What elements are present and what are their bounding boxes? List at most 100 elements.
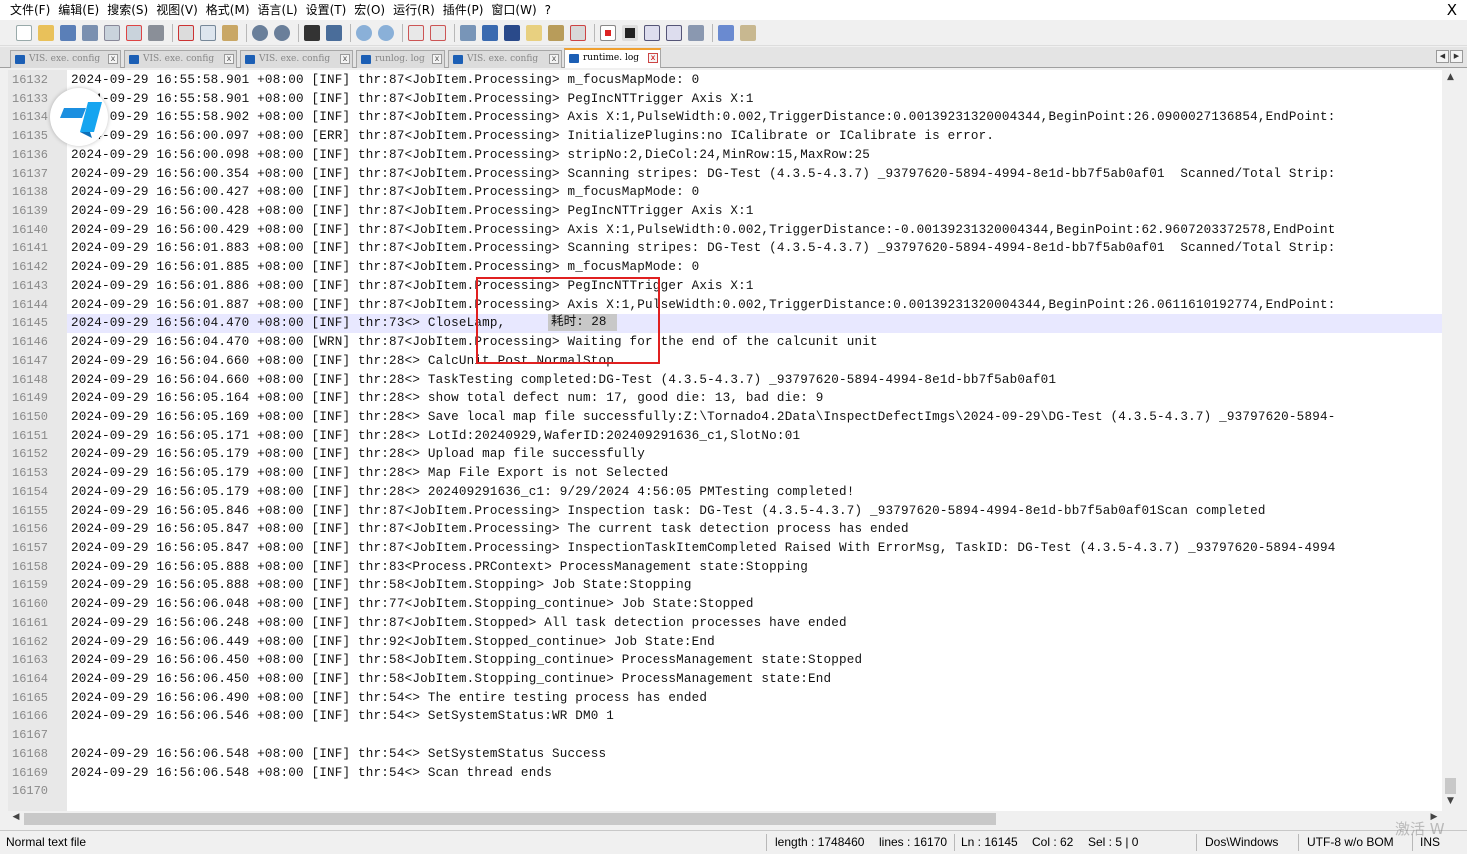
tab-vis-exe-config-2[interactable]: VIS. exe. config x (124, 50, 237, 68)
log-line-text[interactable]: 2024-09-29 16:56:00.097 +08:00 [ERR] thr… (71, 127, 994, 146)
log-line[interactable]: 16143 2024-09-29 16:56:01.886 +08:00 [INF… (8, 276, 1442, 296)
tab-scroll-right-icon[interactable]: ▶ (1450, 50, 1463, 63)
new-file-icon[interactable] (16, 24, 32, 41)
print-icon[interactable] (148, 24, 164, 41)
play-macro-icon[interactable] (644, 24, 660, 41)
log-line[interactable]: 16164 2024-09-29 16:56:06.450 +08:00 [INF… (8, 670, 1442, 689)
log-line-text[interactable]: 2024-09-29 16:56:01.887 +08:00 [INF] thr… (71, 296, 1335, 315)
floating-app-logo[interactable] (50, 88, 108, 146)
menu-file[interactable]: 文件(F) (8, 0, 56, 20)
tab-scroll-left-icon[interactable]: ◀ (1436, 50, 1449, 63)
menu-edit[interactable]: 编辑(E) (56, 0, 105, 20)
log-line[interactable]: 16146 2024-09-29 16:56:04.470 +08:00 [WRN… (8, 333, 1442, 352)
log-line[interactable]: 16163 2024-09-29 16:56:06.450 +08:00 [INF… (8, 651, 1442, 670)
open-file-icon[interactable] (38, 24, 54, 41)
udl-icon[interactable] (526, 24, 542, 41)
undo-icon[interactable] (252, 24, 268, 41)
log-line[interactable]: 16136 2024-09-29 16:56:00.098 +08:00 [INF… (8, 145, 1442, 165)
log-line-text[interactable]: 2024-09-29 16:56:05.179 +08:00 [INF] thr… (71, 445, 645, 464)
log-line-text[interactable]: 2024-09-29 16:56:05.164 +08:00 [INF] thr… (71, 389, 823, 408)
log-line[interactable]: 16165 2024-09-29 16:56:06.490 +08:00 [INF… (8, 688, 1442, 708)
log-line-text[interactable]: 2024-09-29 16:56:05.888 +08:00 [INF] thr… (71, 558, 808, 577)
zoom-out-icon[interactable] (378, 24, 394, 41)
log-line[interactable]: 16170 (8, 782, 1442, 802)
log-line-text[interactable]: 2024-09-29 16:56:01.883 +08:00 [INF] thr… (71, 239, 1335, 258)
log-line-text[interactable]: 2024-09-29 16:56:06.449 +08:00 [INF] thr… (71, 633, 715, 652)
plugin-icon[interactable] (740, 24, 756, 41)
copy-icon[interactable] (200, 24, 216, 41)
log-line[interactable]: 16169 2024-09-29 16:56:06.548 +08:00 [INF… (8, 763, 1442, 783)
menu-view[interactable]: 视图(V) (154, 0, 204, 20)
sync-h-icon[interactable] (430, 24, 446, 41)
log-line[interactable]: 16135 2024-09-29 16:56:00.097 +08:00 [ERR… (8, 127, 1442, 146)
cut-icon[interactable] (178, 24, 194, 41)
log-line[interactable]: 16133 2024-09-29 16:55:58.901 +08:00 [INF… (8, 89, 1442, 109)
replace-icon[interactable] (326, 24, 342, 41)
log-line[interactable]: 16139 2024-09-29 16:56:00.428 +08:00 [INF… (8, 202, 1442, 221)
tab-vis-exe-config-1[interactable]: VIS. exe. config x (10, 50, 121, 68)
log-line-text[interactable]: 2024-09-29 16:56:00.427 +08:00 [INF] thr… (71, 183, 699, 202)
menu-macro[interactable]: 宏(O) (352, 0, 391, 20)
log-line-text[interactable]: 2024-09-29 16:56:04.470 +08:00 [WRN] thr… (71, 333, 878, 352)
log-line[interactable]: 16142 2024-09-29 16:56:01.885 +08:00 [INF… (8, 258, 1442, 277)
log-line-text[interactable]: 2024-09-29 16:56:05.171 +08:00 [INF] thr… (71, 427, 800, 446)
log-line-text[interactable]: 2024-09-29 16:56:06.546 +08:00 [INF] thr… (71, 707, 614, 726)
log-line-text[interactable]: 2024-09-29 16:56:05.888 +08:00 [INF] thr… (71, 576, 692, 595)
tab-close-icon[interactable]: x (340, 54, 350, 64)
record-macro-icon[interactable] (600, 24, 616, 41)
menu-plugins[interactable]: 插件(P) (441, 0, 490, 20)
close-icon[interactable] (104, 24, 120, 41)
log-line[interactable]: 16152 2024-09-29 16:56:05.179 +08:00 [INF… (8, 445, 1442, 465)
log-line-text[interactable]: 2024-09-29 16:56:06.048 +08:00 [INF] thr… (71, 595, 754, 614)
function-list-icon[interactable] (570, 24, 586, 41)
log-line[interactable]: 16148 2024-09-29 16:56:04.660 +08:00 [INF… (8, 370, 1442, 390)
find-icon[interactable] (304, 24, 320, 41)
tab-close-icon[interactable]: x (549, 54, 559, 64)
tab-runlog-log[interactable]: runlog. log x (356, 50, 445, 68)
menu-window[interactable]: 窗口(W) (489, 0, 542, 20)
menu-search[interactable]: 搜索(S) (105, 0, 154, 20)
save-icon[interactable] (60, 24, 76, 41)
editor-area[interactable]: 16132 2024-09-29 16:55:58.901 +08:00 [INF… (8, 70, 1459, 811)
log-line-text[interactable]: 2024-09-29 16:56:04.660 +08:00 [INF] thr… (71, 371, 1056, 390)
log-line[interactable]: 16160 2024-09-29 16:56:06.048 +08:00 [INF… (8, 595, 1442, 614)
log-line-text[interactable]: 2024-09-29 16:56:04.660 +08:00 [INF] thr… (71, 352, 614, 371)
log-line[interactable]: 16167 (8, 726, 1442, 745)
scroll-left-icon[interactable]: ◀ (10, 812, 22, 825)
log-line-text[interactable]: 2024-09-29 16:56:05.847 +08:00 [INF] thr… (71, 520, 909, 539)
doc-map-icon[interactable] (548, 24, 564, 41)
save-macro-icon[interactable] (688, 24, 704, 41)
log-line-text[interactable]: 2024-09-29 16:56:06.548 +08:00 [INF] thr… (71, 745, 606, 764)
log-line[interactable]: 16147 2024-09-29 16:56:04.660 +08:00 [INF… (8, 351, 1442, 371)
indent-guide-icon[interactable] (504, 24, 520, 41)
menu-help[interactable]: ? (543, 0, 557, 20)
redo-icon[interactable] (274, 24, 290, 41)
menu-settings[interactable]: 设置(T) (304, 0, 353, 20)
tab-vis-exe-config-3[interactable]: VIS. exe. config x (240, 50, 353, 68)
log-line[interactable]: 16150 2024-09-29 16:56:05.169 +08:00 [INF… (8, 407, 1442, 427)
log-line[interactable]: 16134 2024-09-29 16:55:58.902 +08:00 [INF… (8, 108, 1442, 128)
log-line-text[interactable]: 2024-09-29 16:56:01.885 +08:00 [INF] thr… (71, 258, 699, 277)
log-line-text[interactable]: 2024-09-29 16:56:05.169 +08:00 [INF] thr… (71, 408, 1335, 427)
log-line-text[interactable]: 2024-09-29 16:56:01.886 +08:00 [INF] thr… (71, 277, 754, 296)
horizontal-scrollbar[interactable]: ◀ ▶ (8, 811, 1442, 827)
tab-runtime-log[interactable]: runtime. log x (564, 48, 661, 68)
zoom-in-icon[interactable] (356, 24, 372, 41)
tab-close-icon[interactable]: x (432, 54, 442, 64)
log-line-text[interactable]: 2024-09-29 16:56:05.179 +08:00 [INF] thr… (71, 464, 668, 483)
menu-language[interactable]: 语言(L) (256, 0, 304, 20)
spell-check-icon[interactable] (718, 24, 734, 41)
log-line-text[interactable]: 2024-09-29 16:56:06.548 +08:00 [INF] thr… (71, 764, 552, 783)
close-all-icon[interactable] (126, 24, 142, 41)
log-line-text[interactable]: 2024-09-29 16:56:00.429 +08:00 [INF] thr… (71, 221, 1335, 240)
log-line[interactable]: 16161 2024-09-29 16:56:06.248 +08:00 [INF… (8, 613, 1442, 633)
close-window-button[interactable]: X (1447, 0, 1457, 20)
log-line[interactable]: 16140 2024-09-29 16:56:00.429 +08:00 [INF… (8, 220, 1442, 240)
log-line[interactable]: 16157 2024-09-29 16:56:05.847 +08:00 [INF… (8, 538, 1442, 558)
log-line[interactable]: 16132 2024-09-29 16:55:58.901 +08:00 [INF… (8, 71, 1442, 90)
save-all-icon[interactable] (82, 24, 98, 41)
log-line[interactable]: 16141 2024-09-29 16:56:01.883 +08:00 [INF… (8, 239, 1442, 259)
log-line[interactable]: 16159 2024-09-29 16:56:05.888 +08:00 [INF… (8, 576, 1442, 596)
scroll-down-icon[interactable]: ▼ (1444, 796, 1457, 809)
vertical-scroll-thumb[interactable] (1445, 778, 1456, 794)
